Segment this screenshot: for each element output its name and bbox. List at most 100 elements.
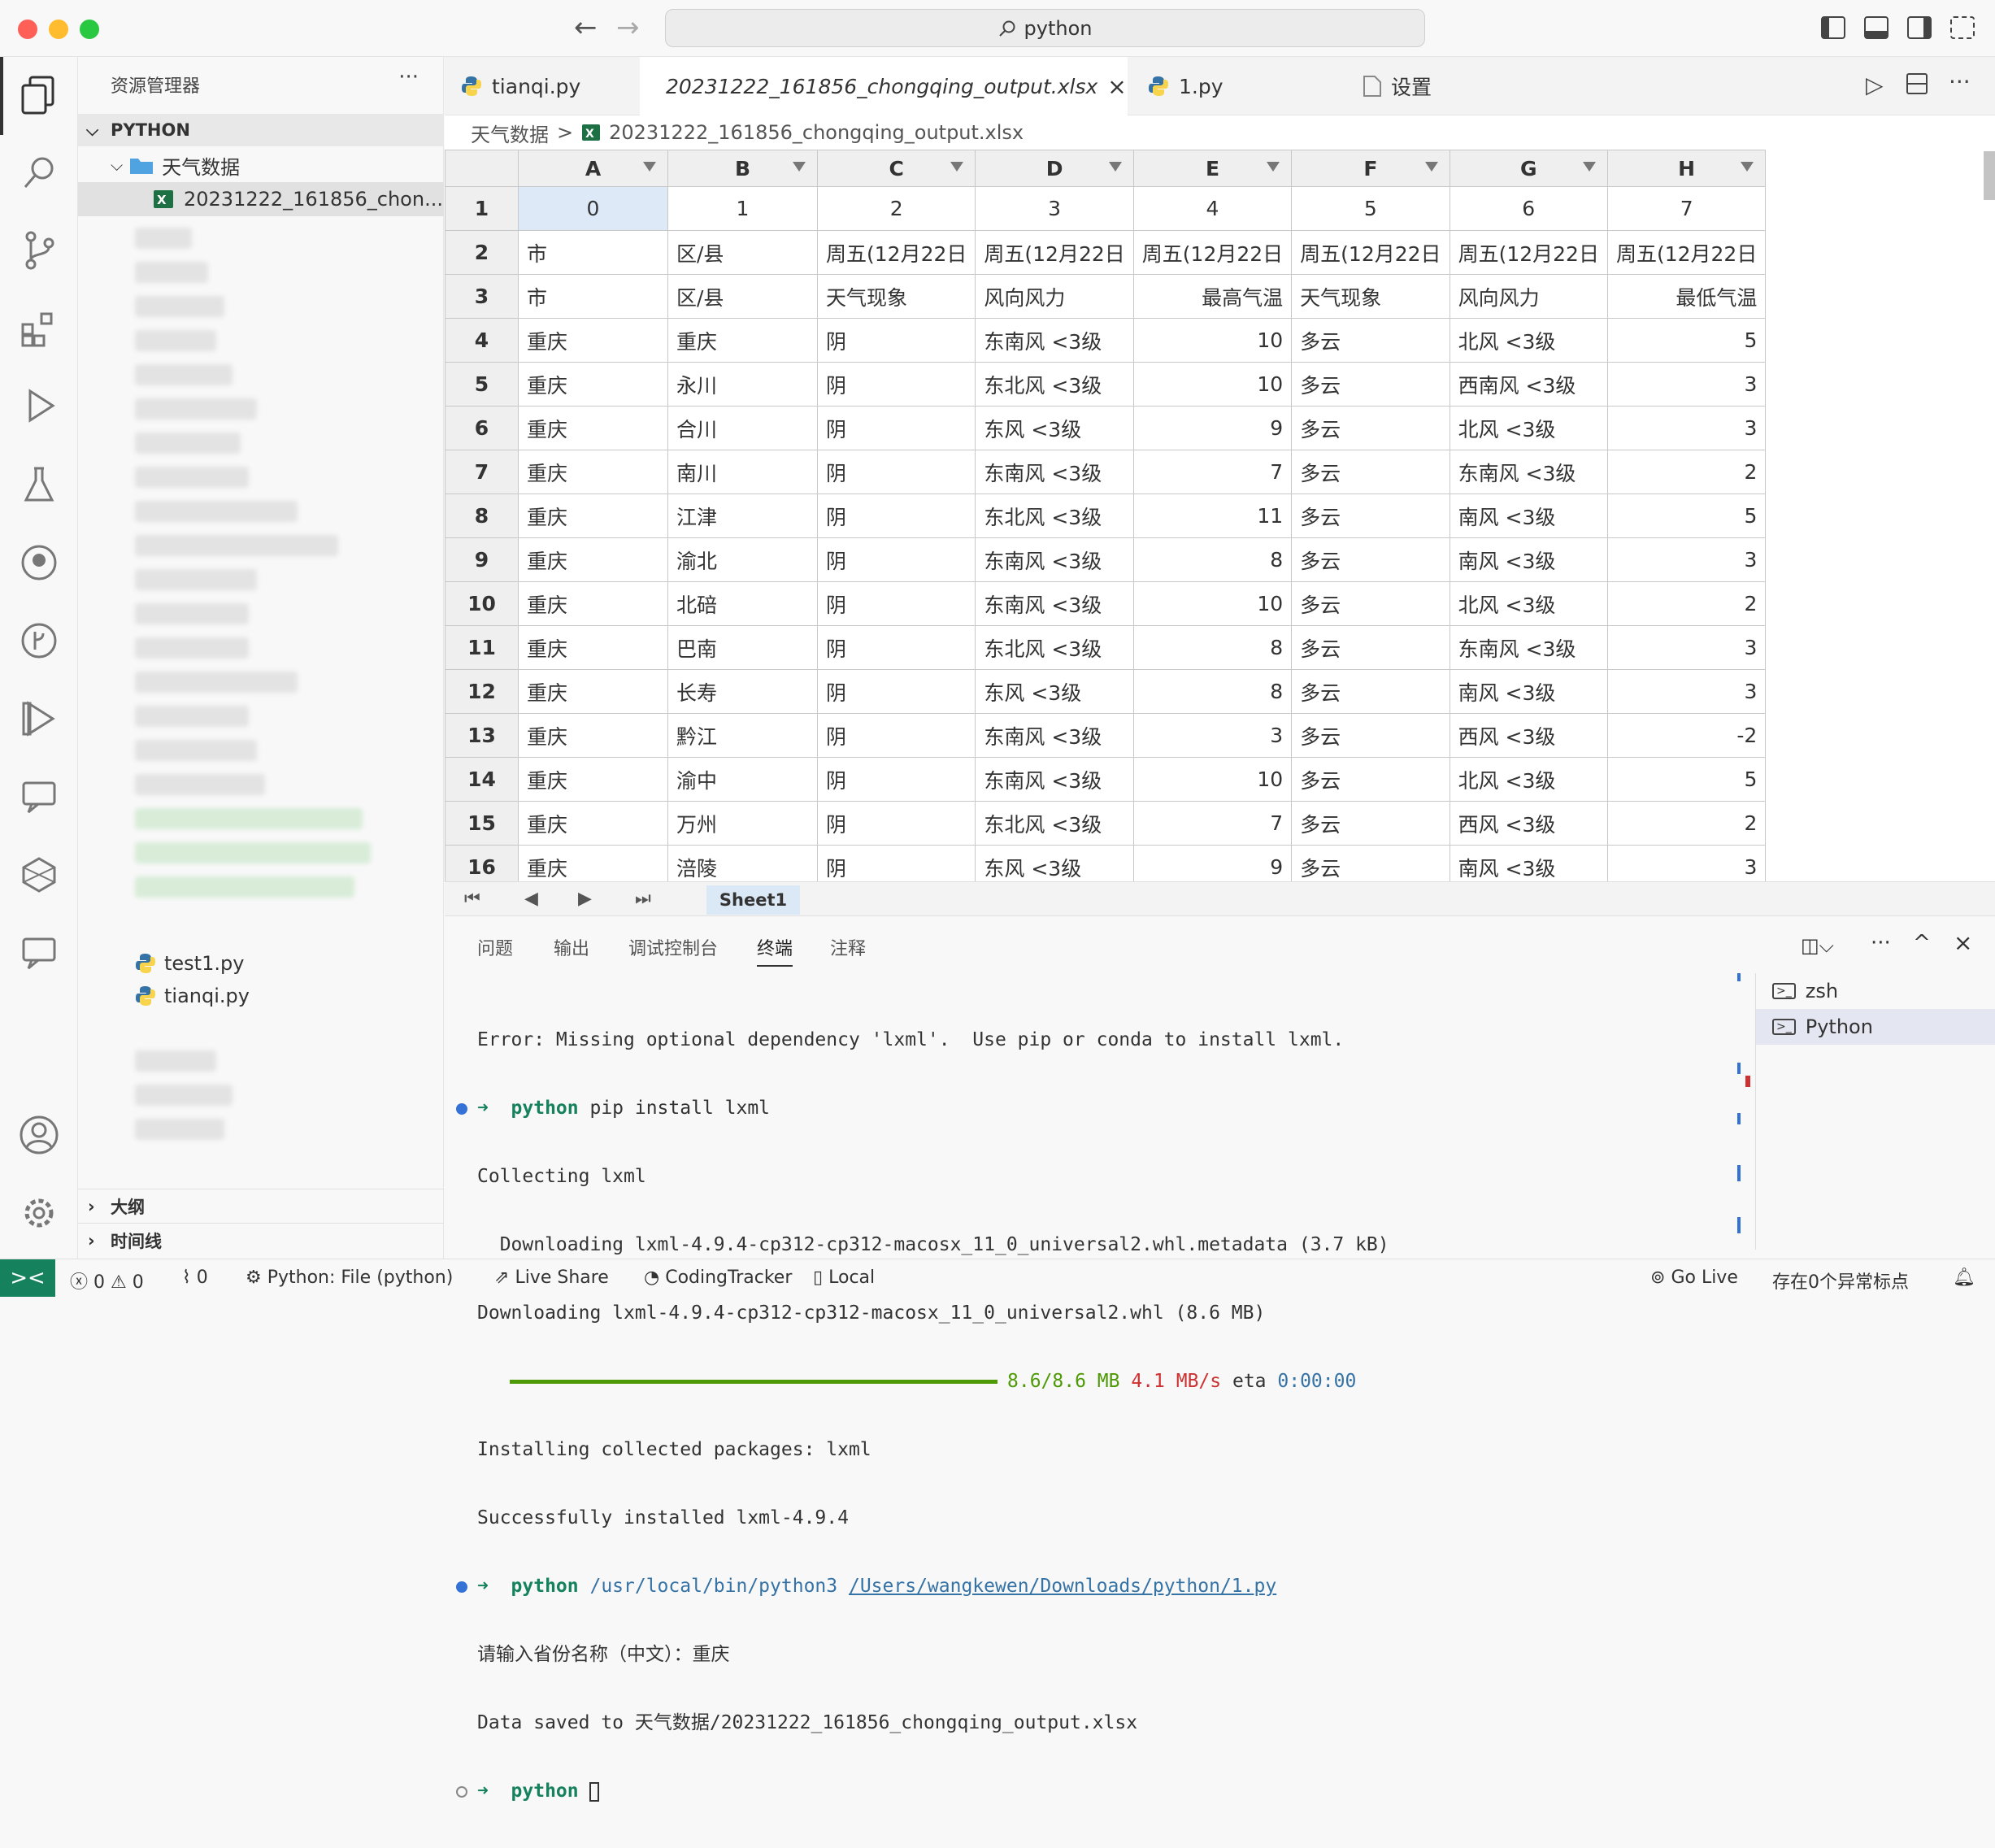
split-terminal-icon[interactable]: ◫⌵: [1801, 934, 1834, 957]
table-cell[interactable]: 区/县: [667, 230, 818, 275]
table-cell[interactable]: 3: [1606, 537, 1767, 582]
git-graph-icon[interactable]: [18, 620, 60, 662]
table-cell[interactable]: 北风 <3级: [1449, 757, 1608, 802]
problems-status[interactable]: ⓧ 0 ⚠ 0: [70, 1268, 144, 1294]
table-cell[interactable]: 东北风 <3级: [975, 362, 1134, 407]
row-header[interactable]: 1: [445, 186, 519, 231]
table-cell[interactable]: 阴: [816, 625, 976, 670]
account-icon[interactable]: [18, 1114, 60, 1156]
table-cell[interactable]: 1: [667, 186, 818, 231]
table-cell[interactable]: 阴: [816, 537, 976, 582]
table-cell[interactable]: 阴: [816, 318, 976, 363]
command-decoration-icon[interactable]: [456, 1581, 467, 1593]
table-cell[interactable]: 7: [1132, 801, 1293, 846]
table-cell[interactable]: 2: [816, 186, 976, 231]
table-cell[interactable]: 南风 <3级: [1449, 669, 1608, 714]
table-cell[interactable]: 阴: [816, 757, 976, 802]
table-cell[interactable]: 9: [1132, 406, 1293, 450]
close-window-button[interactable]: [18, 20, 37, 39]
chat-icon[interactable]: [18, 932, 60, 974]
explorer-more-icon[interactable]: ···: [398, 65, 419, 89]
local-status[interactable]: ▯ Local: [813, 1268, 875, 1288]
row-header[interactable]: 7: [445, 450, 519, 494]
row-header[interactable]: 8: [445, 494, 519, 538]
filter-icon[interactable]: [1741, 162, 1754, 172]
table-cell[interactable]: 0: [518, 186, 668, 231]
table-cell[interactable]: 区/县: [667, 274, 818, 319]
file-xlsx-selected[interactable]: X 20231222_161856_chon...: [78, 182, 444, 216]
workspace-root-python[interactable]: ⌵ PYTHON: [78, 114, 444, 146]
table-cell[interactable]: 阴: [816, 362, 976, 407]
table-cell[interactable]: 南川: [667, 450, 818, 494]
table-cell[interactable]: 多云: [1291, 318, 1450, 363]
table-cell[interactable]: 多云: [1291, 450, 1450, 494]
table-cell[interactable]: 5: [1606, 757, 1767, 802]
column-header[interactable]: B: [667, 150, 818, 187]
table-cell[interactable]: 重庆: [518, 537, 668, 582]
filter-icon[interactable]: [1582, 162, 1596, 172]
table-cell[interactable]: 多云: [1291, 669, 1450, 714]
settings-gear-icon[interactable]: [18, 1192, 60, 1234]
table-cell[interactable]: 重庆: [518, 406, 668, 450]
tab-1py[interactable]: 1.py: [1132, 57, 1319, 115]
breadcrumb-file[interactable]: 20231222_161856_chongqing_output.xlsx: [609, 121, 1024, 144]
table-cell[interactable]: 东南风 <3级: [975, 713, 1134, 758]
table-cell[interactable]: 风向风力: [1449, 274, 1608, 319]
table-cell[interactable]: 多云: [1291, 625, 1450, 670]
table-cell[interactable]: 3: [1606, 362, 1767, 407]
terminal-output[interactable]: Error: Missing optional dependency 'lxml…: [456, 983, 1729, 1848]
column-header[interactable]: G: [1449, 150, 1608, 187]
sheet-tab-sheet1[interactable]: Sheet1: [706, 885, 800, 915]
table-cell[interactable]: 重庆: [518, 757, 668, 802]
table-cell[interactable]: 阴: [816, 713, 976, 758]
table-cell[interactable]: 3: [975, 186, 1134, 231]
table-cell[interactable]: 东南风 <3级: [975, 318, 1134, 363]
row-header[interactable]: 14: [445, 757, 519, 802]
table-cell[interactable]: 长寿: [667, 669, 818, 714]
table-cell[interactable]: 南风 <3级: [1449, 537, 1608, 582]
table-cell[interactable]: 多云: [1291, 537, 1450, 582]
column-header[interactable]: A: [518, 150, 668, 187]
table-cell[interactable]: 8: [1132, 537, 1293, 582]
table-cell[interactable]: 北风 <3级: [1449, 318, 1608, 363]
terminal-path-link[interactable]: /Users/wangkewen/Downloads/python/1.py: [849, 1576, 1276, 1597]
table-cell[interactable]: 周五(12月22日: [816, 230, 976, 275]
editor-more-icon[interactable]: ···: [1949, 68, 1971, 95]
table-cell[interactable]: 多云: [1291, 581, 1450, 626]
table-cell[interactable]: 重庆: [518, 669, 668, 714]
table-cell[interactable]: 东南风 <3级: [975, 450, 1134, 494]
extensions-icon[interactable]: [18, 307, 60, 350]
row-header[interactable]: 9: [445, 537, 519, 582]
row-header[interactable]: 5: [445, 362, 519, 407]
filter-icon[interactable]: [643, 162, 656, 172]
table-cell[interactable]: 3: [1132, 713, 1293, 758]
tab-xlsx[interactable]: X 20231222_161856_chongqing_output.xlsx …: [640, 57, 1128, 115]
table-cell[interactable]: 渝中: [667, 757, 818, 802]
table-cell[interactable]: 周五(12月22日: [1291, 230, 1450, 275]
breadcrumb-folder[interactable]: 天气数据: [471, 119, 549, 147]
table-cell[interactable]: 3: [1606, 669, 1767, 714]
row-header[interactable]: 6: [445, 406, 519, 450]
row-header[interactable]: 11: [445, 625, 519, 670]
back-arrow-icon[interactable]: ←: [574, 11, 598, 44]
table-cell[interactable]: 10: [1132, 318, 1293, 363]
table-cell[interactable]: 6: [1449, 186, 1608, 231]
table-cell[interactable]: 东风 <3级: [975, 669, 1134, 714]
table-cell[interactable]: 4: [1132, 186, 1293, 231]
forward-arrow-icon[interactable]: →: [616, 11, 640, 44]
source-control-icon[interactable]: [18, 229, 60, 272]
panel-tab-output[interactable]: 输出: [554, 934, 589, 960]
run-debug-icon[interactable]: [18, 385, 60, 428]
copilot-icon[interactable]: [18, 854, 60, 896]
next-sheet-icon[interactable]: ▶: [578, 889, 592, 909]
filter-icon[interactable]: [793, 162, 806, 172]
table-cell[interactable]: 8: [1132, 669, 1293, 714]
file-tianqi[interactable]: tianqi.py: [135, 979, 250, 1013]
remote-indicator-icon[interactable]: ><: [0, 1259, 55, 1297]
table-cell[interactable]: 阴: [816, 406, 976, 450]
row-header[interactable]: 15: [445, 801, 519, 846]
customize-layout-icon[interactable]: [1950, 16, 1975, 39]
command-decoration-icon[interactable]: [456, 1103, 467, 1115]
table-cell[interactable]: 阴: [816, 494, 976, 538]
column-header[interactable]: H: [1606, 150, 1767, 187]
